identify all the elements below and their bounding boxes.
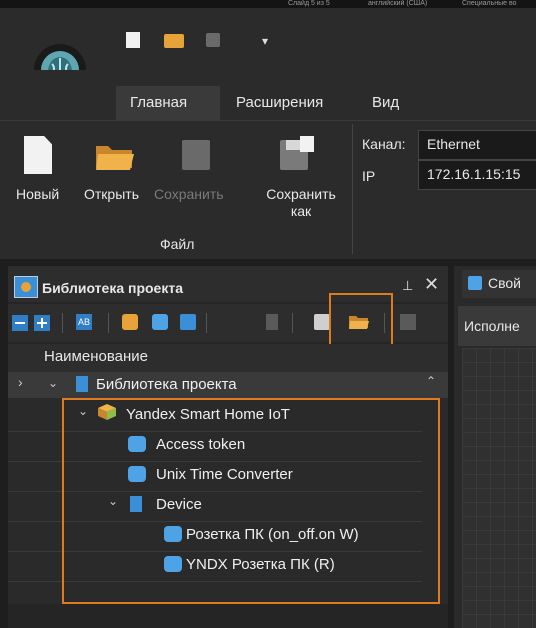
add-component-icon[interactable] xyxy=(152,314,168,330)
rename-icon[interactable]: AB xyxy=(76,314,92,330)
properties-icon xyxy=(468,276,482,290)
add-package-icon[interactable] xyxy=(122,314,138,330)
ip-field[interactable]: 172.16.1.15:15 xyxy=(418,160,536,190)
toolbar-separator xyxy=(292,313,293,333)
save-disk-icon xyxy=(182,140,210,170)
toolbar-separator xyxy=(108,313,109,333)
executor-header-label: Исполне xyxy=(464,318,520,334)
save-as-button[interactable]: Сохранить как xyxy=(258,186,344,220)
delete-icon xyxy=(266,314,278,330)
ip-label: IP xyxy=(362,168,376,184)
tab-view[interactable]: Вид xyxy=(372,94,399,111)
language-indicator: английский (США) xyxy=(368,0,428,7)
save-as-label-line1: Сохранить xyxy=(266,186,336,202)
library-icon xyxy=(14,276,38,298)
close-icon[interactable]: ✕ xyxy=(424,274,439,295)
toolbar-separator xyxy=(62,313,63,333)
tab-extensions[interactable]: Расширения xyxy=(236,94,323,111)
properties-tab-label: Свой xyxy=(488,275,521,291)
slide-indicator: Слайд 5 из 5 xyxy=(288,0,330,7)
ip-value: 172.16.1.15:15 xyxy=(427,166,521,182)
quick-new-icon[interactable] xyxy=(126,32,140,48)
save-library-icon[interactable] xyxy=(314,314,330,330)
copy-icon xyxy=(400,314,416,330)
file-group-label: Файл xyxy=(160,236,195,252)
add-item-icon[interactable] xyxy=(180,314,196,330)
open-library-highlight xyxy=(329,293,393,347)
quick-open-icon[interactable] xyxy=(164,34,184,48)
save-button: Сохранить xyxy=(154,186,224,202)
open-folder-icon[interactable] xyxy=(94,140,136,172)
panel-title: Библиотека проекта xyxy=(42,280,183,296)
quick-save-icon[interactable] xyxy=(206,33,220,47)
ribbon-group-divider xyxy=(352,124,353,254)
expand-root-icon[interactable]: ⌄ xyxy=(48,376,58,390)
expand-all-icon[interactable] xyxy=(34,315,50,331)
yandex-subtree-highlight xyxy=(62,398,440,604)
executor-header[interactable]: Исполне xyxy=(458,306,536,346)
properties-tab[interactable]: Свой xyxy=(462,270,536,298)
quick-access-dropdown-icon[interactable]: ▾ xyxy=(262,34,268,48)
pin-icon[interactable]: ⊥ xyxy=(402,278,413,294)
tab-home[interactable]: Главная xyxy=(130,94,187,111)
channel-label: Канал: xyxy=(362,136,406,152)
open-button[interactable]: Открыть xyxy=(84,186,139,202)
save-as-disk-icon[interactable] xyxy=(280,136,314,172)
accessibility-indicator: Специальные во xyxy=(462,0,517,7)
collapse-all-icon[interactable] xyxy=(12,315,28,331)
scroll-up-icon[interactable]: ⌃ xyxy=(426,374,436,388)
new-button[interactable]: Новый xyxy=(16,186,59,202)
save-as-label-line2: как xyxy=(290,203,312,219)
system-bar: Слайд 5 из 5 английский (США) Специальны… xyxy=(0,0,536,8)
design-grid[interactable] xyxy=(462,348,536,628)
row-pointer-icon: › xyxy=(18,374,23,390)
channel-value: Ethernet xyxy=(427,136,480,152)
library-book-icon xyxy=(76,376,88,392)
new-file-icon[interactable] xyxy=(24,136,52,174)
column-header-name: Наименование xyxy=(44,348,148,365)
channel-field[interactable]: Ethernet xyxy=(418,130,536,160)
toolbar-separator xyxy=(206,313,207,333)
tree-root-label: Библиотека проекта xyxy=(96,376,237,393)
